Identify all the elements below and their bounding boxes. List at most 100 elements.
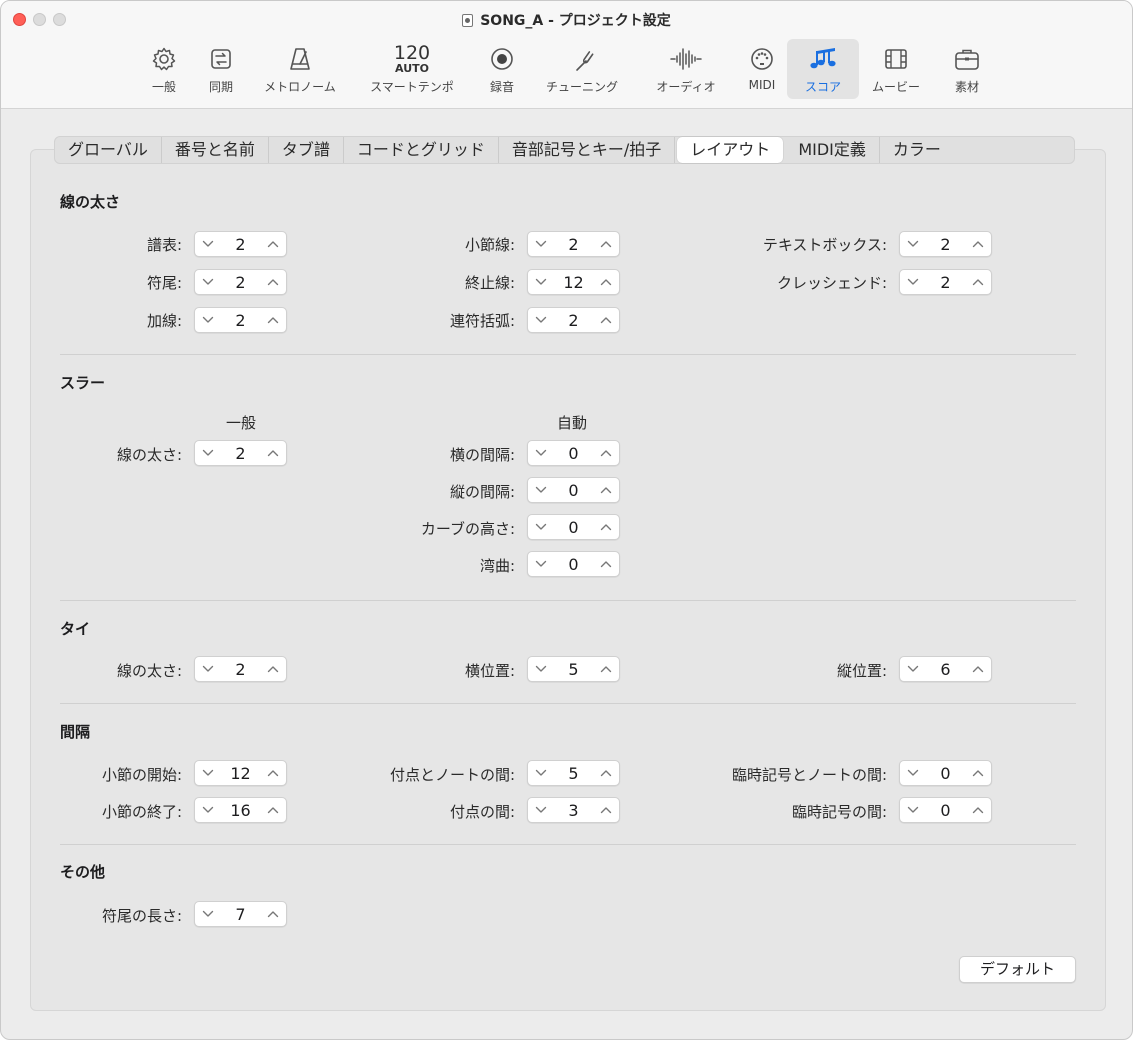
stepper-value[interactable]: 2 <box>554 311 593 330</box>
chevron-down-icon[interactable] <box>195 798 221 822</box>
stepper-slur-v-spacing[interactable]: 0 <box>527 477 620 503</box>
chevron-up-icon[interactable] <box>260 270 286 294</box>
toolbar-tuning[interactable]: チューニング <box>534 39 630 99</box>
chevron-up-icon[interactable] <box>593 657 619 681</box>
stepper-crescendo-width[interactable]: 2 <box>899 269 992 295</box>
stepper-slur-bend[interactable]: 0 <box>527 551 620 577</box>
chevron-up-icon[interactable] <box>965 798 991 822</box>
stepper-bar-end[interactable]: 16 <box>194 797 287 823</box>
toolbar-recording[interactable]: 録音 <box>482 39 522 99</box>
stepper-accidental-accidental[interactable]: 0 <box>899 797 992 823</box>
chevron-down-icon[interactable] <box>528 515 554 539</box>
chevron-up-icon[interactable] <box>965 232 991 256</box>
stepper-value[interactable]: 2 <box>926 235 965 254</box>
toolbar-general[interactable]: 一般 <box>144 39 184 99</box>
chevron-up-icon[interactable] <box>260 232 286 256</box>
chevron-up-icon[interactable] <box>593 478 619 502</box>
tab-numbers-names[interactable]: 番号と名前 <box>162 137 269 163</box>
chevron-up-icon[interactable] <box>965 761 991 785</box>
stepper-tuplet-width[interactable]: 2 <box>527 307 620 333</box>
chevron-up-icon[interactable] <box>260 308 286 332</box>
chevron-down-icon[interactable] <box>195 657 221 681</box>
chevron-down-icon[interactable] <box>900 798 926 822</box>
chevron-down-icon[interactable] <box>528 308 554 332</box>
stepper-accidental-note[interactable]: 0 <box>899 760 992 786</box>
chevron-down-icon[interactable] <box>195 232 221 256</box>
chevron-up-icon[interactable] <box>965 270 991 294</box>
toolbar-midi[interactable]: MIDI <box>741 39 783 99</box>
chevron-up-icon[interactable] <box>260 657 286 681</box>
stepper-value[interactable]: 7 <box>221 905 260 924</box>
chevron-down-icon[interactable] <box>195 761 221 785</box>
stepper-tie-width[interactable]: 2 <box>194 656 287 682</box>
stepper-value[interactable]: 0 <box>554 444 593 463</box>
tab-layout[interactable]: レイアウト <box>677 137 784 163</box>
stepper-value[interactable]: 12 <box>221 764 260 783</box>
toolbar-metronome[interactable]: メトロノーム <box>254 39 346 99</box>
stepper-value[interactable]: 2 <box>221 235 260 254</box>
stepper-value[interactable]: 2 <box>554 235 593 254</box>
chevron-up-icon[interactable] <box>260 798 286 822</box>
chevron-down-icon[interactable] <box>528 232 554 256</box>
tab-global[interactable]: グローバル <box>55 137 162 163</box>
stepper-value[interactable]: 0 <box>554 555 593 574</box>
chevron-down-icon[interactable] <box>528 657 554 681</box>
toolbar-sync[interactable]: 同期 <box>201 39 241 99</box>
stepper-value[interactable]: 2 <box>221 273 260 292</box>
chevron-up-icon[interactable] <box>593 798 619 822</box>
toolbar-movie[interactable]: ムービー <box>865 39 927 99</box>
stepper-value[interactable]: 6 <box>926 660 965 679</box>
stepper-value[interactable]: 2 <box>221 444 260 463</box>
chevron-up-icon[interactable] <box>593 232 619 256</box>
stepper-value[interactable]: 16 <box>221 801 260 820</box>
chevron-down-icon[interactable] <box>528 798 554 822</box>
toolbar-smart-tempo[interactable]: 120 AUTO スマートテンポ <box>358 39 466 99</box>
stepper-stem-width[interactable]: 2 <box>194 269 287 295</box>
stepper-ledger-width[interactable]: 2 <box>194 307 287 333</box>
stepper-barline-width[interactable]: 2 <box>527 231 620 257</box>
stepper-stem-length[interactable]: 7 <box>194 901 287 927</box>
tab-clefs-signatures[interactable]: 音部記号とキー/拍子 <box>499 137 676 163</box>
tab-colors[interactable]: カラー <box>880 137 954 163</box>
chevron-up-icon[interactable] <box>593 270 619 294</box>
stepper-value[interactable]: 0 <box>926 764 965 783</box>
chevron-up-icon[interactable] <box>593 515 619 539</box>
chevron-down-icon[interactable] <box>195 441 221 465</box>
stepper-tie-h-pos[interactable]: 5 <box>527 656 620 682</box>
chevron-down-icon[interactable] <box>900 657 926 681</box>
chevron-down-icon[interactable] <box>195 308 221 332</box>
chevron-down-icon[interactable] <box>528 478 554 502</box>
tab-tablature[interactable]: タブ譜 <box>269 137 344 163</box>
default-button[interactable]: デフォルト <box>959 956 1076 983</box>
tab-midi-meaning[interactable]: MIDI定義 <box>785 137 880 163</box>
stepper-tie-v-pos[interactable]: 6 <box>899 656 992 682</box>
stepper-value[interactable]: 5 <box>554 764 593 783</box>
stepper-value[interactable]: 2 <box>221 311 260 330</box>
tab-chords-grids[interactable]: コードとグリッド <box>344 137 499 163</box>
stepper-value[interactable]: 0 <box>554 518 593 537</box>
stepper-value[interactable]: 0 <box>554 481 593 500</box>
chevron-up-icon[interactable] <box>593 308 619 332</box>
chevron-up-icon[interactable] <box>965 657 991 681</box>
stepper-slur-h-spacing[interactable]: 0 <box>527 440 620 466</box>
stepper-value[interactable]: 5 <box>554 660 593 679</box>
chevron-up-icon[interactable] <box>593 552 619 576</box>
chevron-down-icon[interactable] <box>900 232 926 256</box>
stepper-dot-dot[interactable]: 3 <box>527 797 620 823</box>
stepper-textbox-width[interactable]: 2 <box>899 231 992 257</box>
chevron-up-icon[interactable] <box>593 761 619 785</box>
chevron-up-icon[interactable] <box>260 902 286 926</box>
toolbar-audio[interactable]: オーディオ <box>644 39 728 99</box>
chevron-down-icon[interactable] <box>528 270 554 294</box>
stepper-value[interactable]: 3 <box>554 801 593 820</box>
chevron-up-icon[interactable] <box>260 761 286 785</box>
toolbar-score[interactable]: スコア <box>787 39 859 99</box>
chevron-down-icon[interactable] <box>195 270 221 294</box>
stepper-value[interactable]: 0 <box>926 801 965 820</box>
stepper-value[interactable]: 12 <box>554 273 593 292</box>
stepper-slur-curve-height[interactable]: 0 <box>527 514 620 540</box>
chevron-down-icon[interactable] <box>528 761 554 785</box>
toolbar-assets[interactable]: 素材 <box>945 39 989 99</box>
stepper-dot-note[interactable]: 5 <box>527 760 620 786</box>
stepper-ending-width[interactable]: 12 <box>527 269 620 295</box>
